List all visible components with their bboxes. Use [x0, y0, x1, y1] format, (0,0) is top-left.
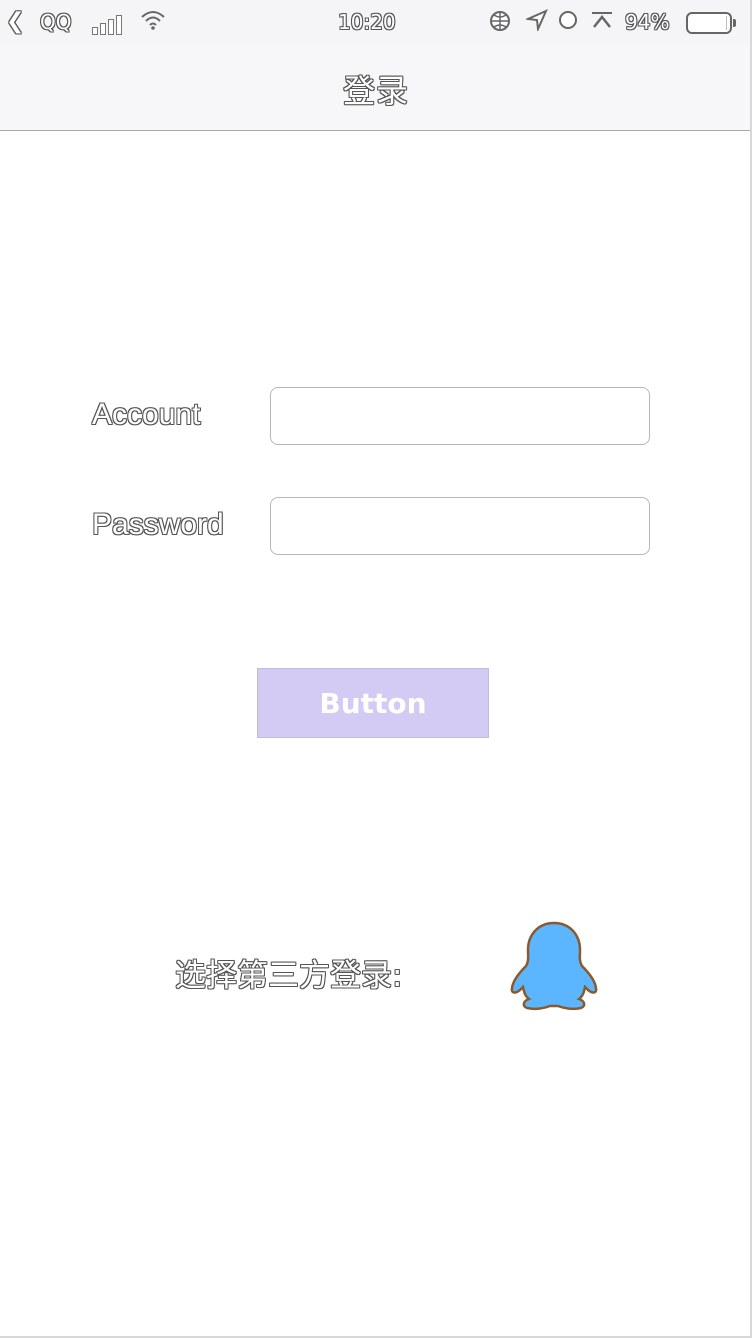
back-arrow-icon[interactable]: ❮ [6, 9, 24, 35]
location-icon [524, 9, 548, 37]
third-party-login-label: 选择第三方登录: [175, 958, 403, 994]
up-arrow-icon [590, 9, 614, 37]
password-input[interactable] [270, 497, 650, 555]
battery-percent: 94% [625, 10, 670, 34]
status-bar: ❮ QQ 10:20 94% [0, 0, 752, 44]
status-time: 10:20 [338, 10, 396, 34]
alarm-icon [557, 9, 579, 37]
account-input[interactable] [270, 387, 650, 445]
login-button[interactable]: Button [257, 668, 489, 738]
page-title: 登录 [342, 72, 409, 110]
qq-penguin-icon [510, 921, 598, 1011]
battery-level [690, 16, 727, 30]
password-label: Password [92, 508, 224, 541]
account-label: Account [92, 398, 201, 431]
signal-icon [92, 9, 124, 35]
navigation-bar: 登录 [0, 44, 752, 131]
carrier-name: QQ [40, 10, 72, 34]
globe-icon [488, 9, 512, 39]
qq-login-button[interactable] [508, 920, 600, 1012]
battery-icon [686, 12, 736, 34]
wifi-icon [140, 9, 166, 37]
